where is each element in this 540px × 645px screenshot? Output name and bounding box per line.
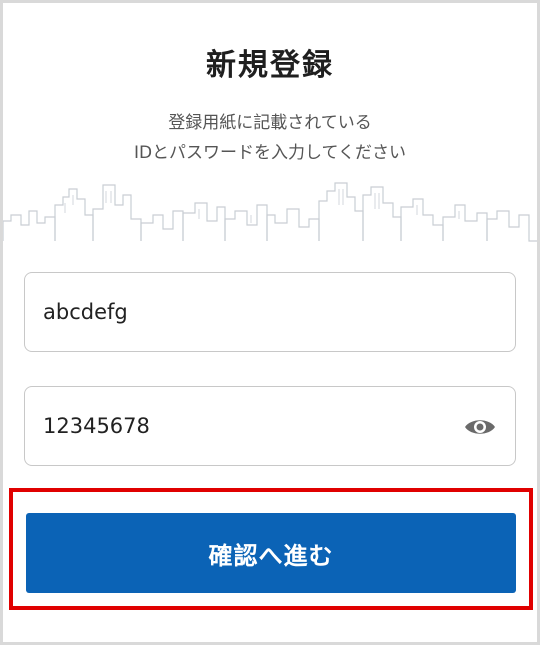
password-field[interactable] [24, 386, 516, 466]
eye-icon[interactable] [463, 411, 497, 443]
city-skyline-illustration [3, 182, 537, 242]
page-title: 新規登録 [206, 48, 334, 83]
instructions: 登録用紙に記載されている IDとパスワードを入力してください [0, 108, 540, 168]
id-field[interactable] [24, 272, 516, 352]
instructions-line-1: 登録用紙に記載されている [168, 113, 372, 133]
password-input[interactable] [43, 387, 443, 465]
instructions-line-2: IDとパスワードを入力してください [133, 143, 407, 163]
proceed-to-confirm-button[interactable]: 確認へ進む [26, 513, 516, 593]
id-input[interactable] [43, 273, 443, 351]
